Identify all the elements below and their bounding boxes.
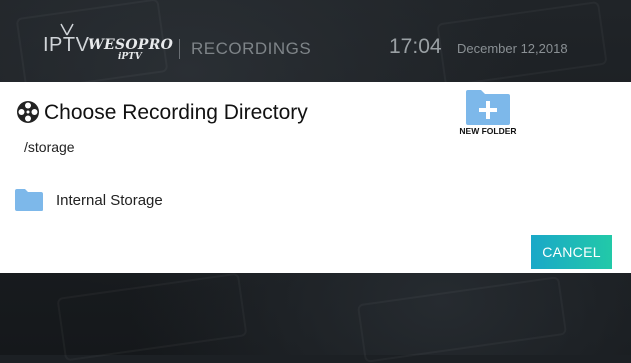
logo-text: IPTV [43, 34, 90, 56]
background-decoration [56, 272, 248, 362]
clock-date: December 12,2018 [457, 41, 568, 56]
logo-brand: WESOPRO [88, 37, 174, 53]
logo-brand-sub: iPTV [118, 52, 142, 62]
directory-item-label: Internal Storage [56, 192, 163, 209]
clock-time: 17:04 [389, 35, 442, 58]
new-folder-label: NEW FOLDER [459, 126, 517, 136]
cancel-button[interactable]: CANCEL [531, 235, 612, 269]
current-path: /storage [24, 139, 75, 155]
app-header: IPTV WESOPRO iPTV RECORDINGS 17:04 Decem… [0, 0, 631, 82]
folder-plus-icon [466, 90, 510, 125]
choose-directory-dialog: Choose Recording Directory NEW FOLDER /s… [0, 82, 631, 273]
background-decoration [356, 276, 568, 363]
section-title: RECORDINGS [191, 39, 312, 58]
new-folder-button[interactable]: NEW FOLDER [454, 88, 522, 140]
header-divider [179, 39, 180, 59]
directory-item-internal-storage[interactable]: Internal Storage [14, 186, 414, 214]
dialog-title: Choose Recording Directory [44, 101, 308, 124]
folder-icon [15, 189, 43, 211]
film-reel-icon [17, 101, 39, 123]
